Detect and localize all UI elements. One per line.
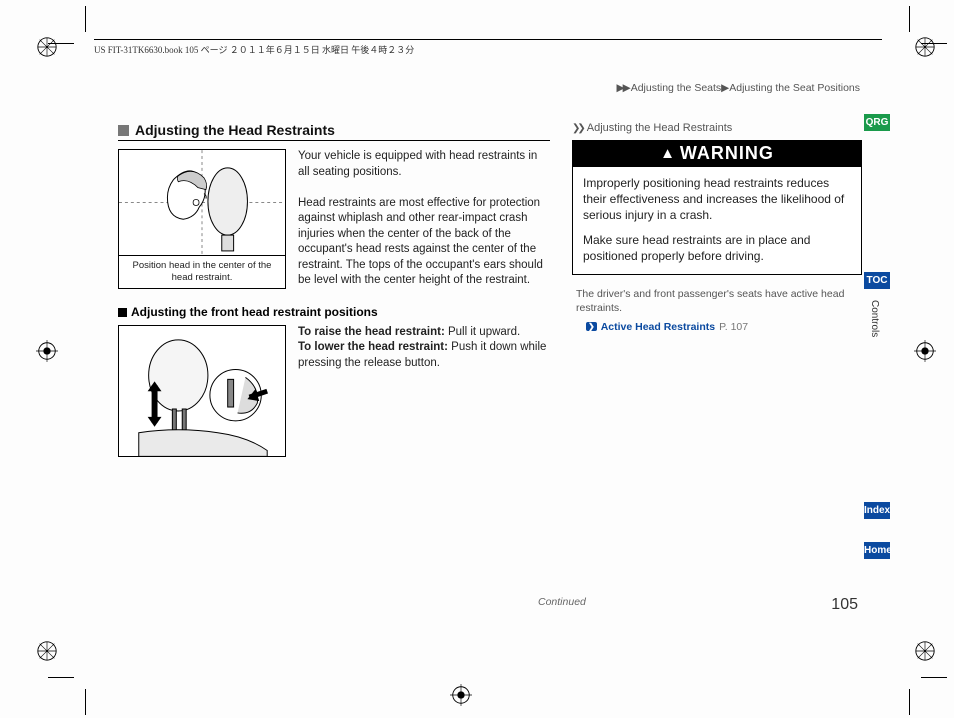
subsection-heading-text: Adjusting the front head restraint posit… [131, 305, 378, 319]
raise-label: To raise the head restraint: [298, 326, 445, 338]
lower-label: To lower the head restraint: [298, 341, 448, 353]
figure-head-position-art [119, 150, 285, 256]
lower-instruction: To lower the head restraint: Push it dow… [298, 340, 550, 371]
subsection-heading: Adjusting the front head restraint posit… [118, 305, 550, 319]
section-label-controls: Controls [869, 300, 880, 337]
right-note-heading: ❯❯ Adjusting the Head Restraints [572, 122, 862, 134]
tab-toc[interactable]: TOC [864, 272, 890, 289]
square-bullet-icon [118, 308, 127, 317]
right-note-heading-text: Adjusting the Head Restraints [587, 122, 733, 134]
section-heading: Adjusting the Head Restraints [118, 122, 550, 141]
warning-heading: ▲WARNING [573, 141, 861, 167]
breadcrumb-level1: Adjusting the Seats [631, 82, 721, 94]
chevron-right-icon: ❯❯ [572, 123, 583, 134]
warning-title-text: WARNING [680, 143, 774, 163]
page-content: ▶▶Adjusting the Seats▶Adjusting the Seat… [118, 82, 862, 622]
intro-paragraph-2: Head restraints are most effective for p… [298, 196, 550, 289]
intro-paragraph-1: Your vehicle is equipped with head restr… [298, 149, 550, 180]
ref-link-active-head-restraints[interactable]: ❯ Active Head Restraints P. 107 [586, 321, 748, 333]
figure-head-position: Position head in the center of the head … [118, 149, 286, 289]
tab-index[interactable]: Index [864, 502, 890, 519]
document-meta-header: US FIT-31TK6630.book 105 ページ ２０１１年６月１５日 … [94, 39, 882, 56]
breadcrumb: ▶▶Adjusting the Seats▶Adjusting the Seat… [118, 82, 862, 94]
side-note: The driver's and front passenger's seats… [572, 287, 862, 315]
figure-adjust-restraint [118, 325, 286, 457]
figure-head-position-caption: Position head in the center of the head … [119, 256, 285, 288]
page-number: 105 [831, 596, 858, 614]
tab-home[interactable]: Home [864, 542, 890, 559]
raise-text: Pull it upward. [445, 326, 520, 338]
raise-instruction: To raise the head restraint: Pull it upw… [298, 325, 550, 341]
warning-paragraph-1: Improperly positioning head restraints r… [583, 175, 851, 224]
breadcrumb-level2: Adjusting the Seat Positions [729, 82, 860, 94]
warning-box: ▲WARNING Improperly positioning head res… [572, 140, 862, 275]
square-bullet-icon [118, 125, 129, 136]
link-arrow-icon: ❯ [586, 322, 597, 331]
tab-qrg[interactable]: QRG [864, 114, 890, 131]
continued-label: Continued [538, 596, 586, 608]
ref-link-page: P. 107 [719, 321, 748, 333]
breadcrumb-arrows-icon: ▶▶ [617, 82, 629, 94]
warning-triangle-icon: ▲ [660, 145, 676, 162]
section-heading-text: Adjusting the Head Restraints [135, 122, 335, 138]
ref-link-label: Active Head Restraints [601, 321, 715, 333]
warning-paragraph-2: Make sure head restraints are in place a… [583, 232, 851, 264]
